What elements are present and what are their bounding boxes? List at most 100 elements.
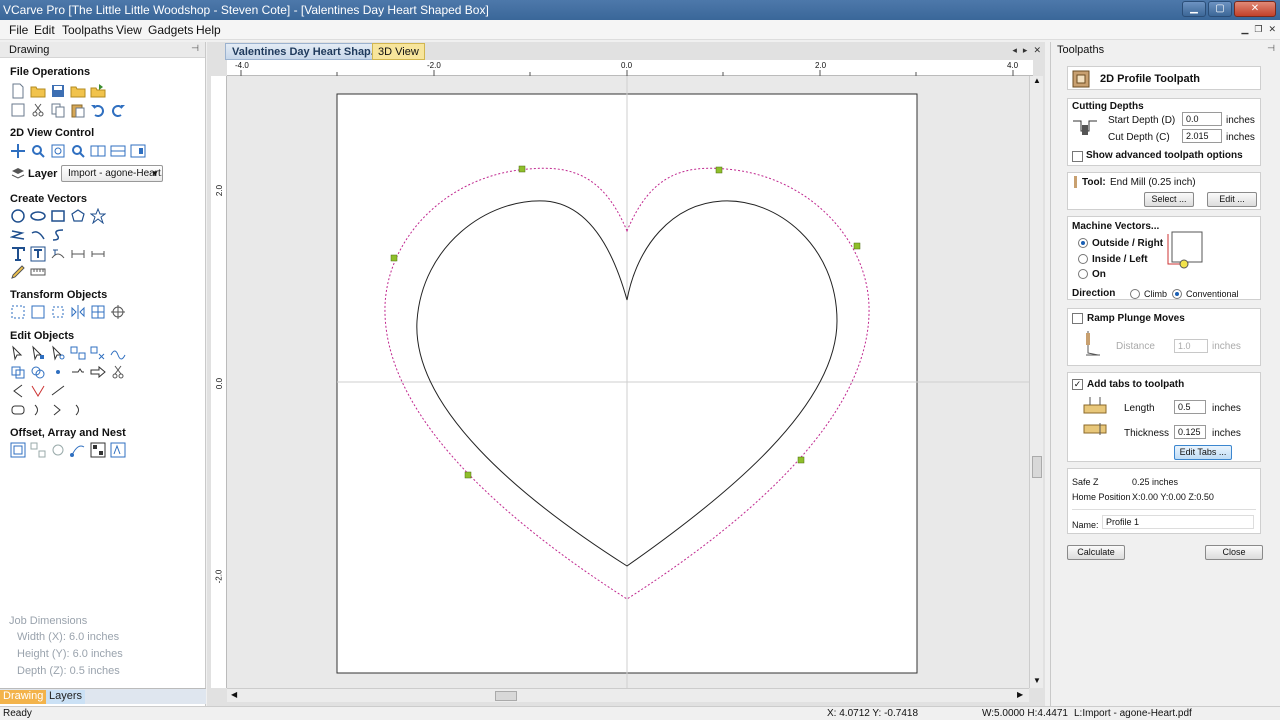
close-document-icon[interactable]: ✕ <box>1033 45 1041 56</box>
bracket-left-icon[interactable] <box>30 402 46 418</box>
copy-along-icon[interactable] <box>70 442 86 458</box>
bracket-mid-icon[interactable] <box>50 402 66 418</box>
vertical-scrollbar[interactable]: ▲ ▼ <box>1029 76 1043 688</box>
zoom-box-icon[interactable] <box>50 143 66 159</box>
menu-view[interactable]: View <box>116 23 142 37</box>
bracket-right-icon[interactable] <box>70 402 86 418</box>
view-fit-icon[interactable] <box>90 143 106 159</box>
tab-2d-view[interactable]: Valentines Day Heart Shap... <box>225 43 387 60</box>
text-on-curve-icon[interactable] <box>50 246 66 262</box>
cut-icon[interactable] <box>30 102 46 118</box>
draw-dimension-icon[interactable] <box>90 246 106 262</box>
minimize-button[interactable]: ▁ <box>1182 1 1206 17</box>
redo-icon[interactable] <box>110 102 126 118</box>
zoom-icon[interactable] <box>30 143 46 159</box>
text-frame-icon[interactable] <box>30 246 46 262</box>
tab-scroll-left-icon[interactable]: ◂ <box>1012 45 1017 56</box>
add-tabs-checkbox[interactable]: ✓ <box>1072 379 1083 390</box>
move-arrow-icon[interactable] <box>90 364 106 380</box>
scroll-up-icon[interactable]: ▲ <box>1033 76 1041 85</box>
align-icon[interactable] <box>90 304 106 320</box>
menu-toolpaths[interactable]: Toolpaths <box>62 23 113 37</box>
new-file-icon[interactable] <box>10 83 26 99</box>
vertical-scroll-thumb[interactable] <box>1032 456 1042 478</box>
pan-icon[interactable] <box>10 143 26 159</box>
job-setup-icon[interactable] <box>10 102 26 118</box>
dimension-icon[interactable] <box>70 246 86 262</box>
maximize-button[interactable]: ▢ <box>1208 1 1232 17</box>
group-icon[interactable] <box>70 345 86 361</box>
paste-icon[interactable] <box>70 102 86 118</box>
nest-icon[interactable] <box>90 442 106 458</box>
pin-icon[interactable]: ⊣ <box>1267 43 1275 54</box>
show-advanced-checkbox[interactable] <box>1072 151 1083 162</box>
close-button[interactable]: Close <box>1205 545 1263 560</box>
circular-copy-icon[interactable] <box>50 442 66 458</box>
pen-icon[interactable] <box>10 264 26 280</box>
tab-drawing[interactable]: Drawing <box>0 690 47 704</box>
mdi-close-icon[interactable]: ✕ <box>1268 24 1276 35</box>
edit-tool-button[interactable]: Edit ... <box>1207 192 1257 207</box>
horizontal-scrollbar[interactable]: ◀ ▶ <box>227 688 1029 702</box>
polygon-icon[interactable] <box>70 208 86 224</box>
close-window-button[interactable]: ✕ <box>1234 1 1276 17</box>
menu-gadgets[interactable]: Gadgets <box>148 23 193 37</box>
offset-icon[interactable] <box>10 402 26 418</box>
subtract-icon[interactable] <box>30 364 46 380</box>
set-size-icon[interactable] <box>30 304 46 320</box>
tab-3d-view[interactable]: 3D View <box>372 43 425 60</box>
array-copy-icon[interactable] <box>30 442 46 458</box>
zoom-extents-icon[interactable] <box>70 143 86 159</box>
layer-dropdown[interactable]: Import - agone-Heart. ▼ <box>61 165 163 182</box>
intersect-icon[interactable] <box>50 364 66 380</box>
node-edit-icon[interactable] <box>30 345 46 361</box>
import-icon[interactable] <box>90 83 106 99</box>
mdi-minimize-icon[interactable]: ▁ <box>1241 24 1248 35</box>
join-icon[interactable] <box>10 364 26 380</box>
climb-radio[interactable] <box>1130 289 1140 299</box>
interactive-transform-icon[interactable] <box>50 345 66 361</box>
mdi-restore-icon[interactable]: ❐ <box>1254 24 1262 35</box>
polyline-icon[interactable] <box>10 227 26 243</box>
mirror-icon[interactable] <box>70 304 86 320</box>
horizontal-scroll-thumb[interactable] <box>495 691 517 701</box>
scroll-left-icon[interactable]: ◀ <box>231 690 237 699</box>
trim-icon[interactable] <box>110 364 126 380</box>
rotate-icon[interactable] <box>50 304 66 320</box>
text-icon[interactable] <box>10 246 26 262</box>
select-tool-button[interactable]: Select ... <box>1144 192 1194 207</box>
extend-icon[interactable] <box>50 383 66 399</box>
view-split-icon[interactable] <box>110 143 126 159</box>
undo-icon[interactable] <box>90 102 106 118</box>
tab-length-input[interactable]: 0.5 <box>1174 400 1206 414</box>
circle-icon[interactable] <box>10 208 26 224</box>
rectangle-icon[interactable] <box>50 208 66 224</box>
scroll-right-icon[interactable]: ▶ <box>1017 690 1023 699</box>
menu-edit[interactable]: Edit <box>34 23 55 37</box>
select-arrow-icon[interactable] <box>10 345 26 361</box>
move-icon[interactable] <box>10 304 26 320</box>
fillet-icon[interactable] <box>70 364 86 380</box>
menu-help[interactable]: Help <box>196 23 221 37</box>
inside-left-radio[interactable] <box>1078 254 1088 264</box>
measure-icon[interactable] <box>30 264 46 280</box>
offset-vector-icon[interactable] <box>10 442 26 458</box>
menu-file[interactable]: File <box>9 23 28 37</box>
drawing-canvas[interactable] <box>227 76 1033 688</box>
save-as-icon[interactable] <box>70 83 86 99</box>
copy-icon[interactable] <box>50 102 66 118</box>
calculate-button[interactable]: Calculate <box>1067 545 1125 560</box>
tab-layers[interactable]: Layers <box>46 690 86 704</box>
star-icon[interactable] <box>90 208 106 224</box>
outside-right-radio[interactable] <box>1078 238 1088 248</box>
open-vector-icon[interactable] <box>10 383 26 399</box>
start-depth-input[interactable]: 0.0 <box>1182 112 1222 126</box>
conventional-radio[interactable] <box>1172 289 1182 299</box>
ramp-checkbox[interactable] <box>1072 313 1083 324</box>
cut-depth-input[interactable]: 2.015 <box>1182 129 1222 143</box>
on-radio[interactable] <box>1078 269 1088 279</box>
toolpath-name-input[interactable]: Profile 1 <box>1102 515 1254 529</box>
ungroup-icon[interactable] <box>90 345 106 361</box>
tab-scroll-right-icon[interactable]: ▸ <box>1023 45 1028 56</box>
ellipse-icon[interactable] <box>30 208 46 224</box>
